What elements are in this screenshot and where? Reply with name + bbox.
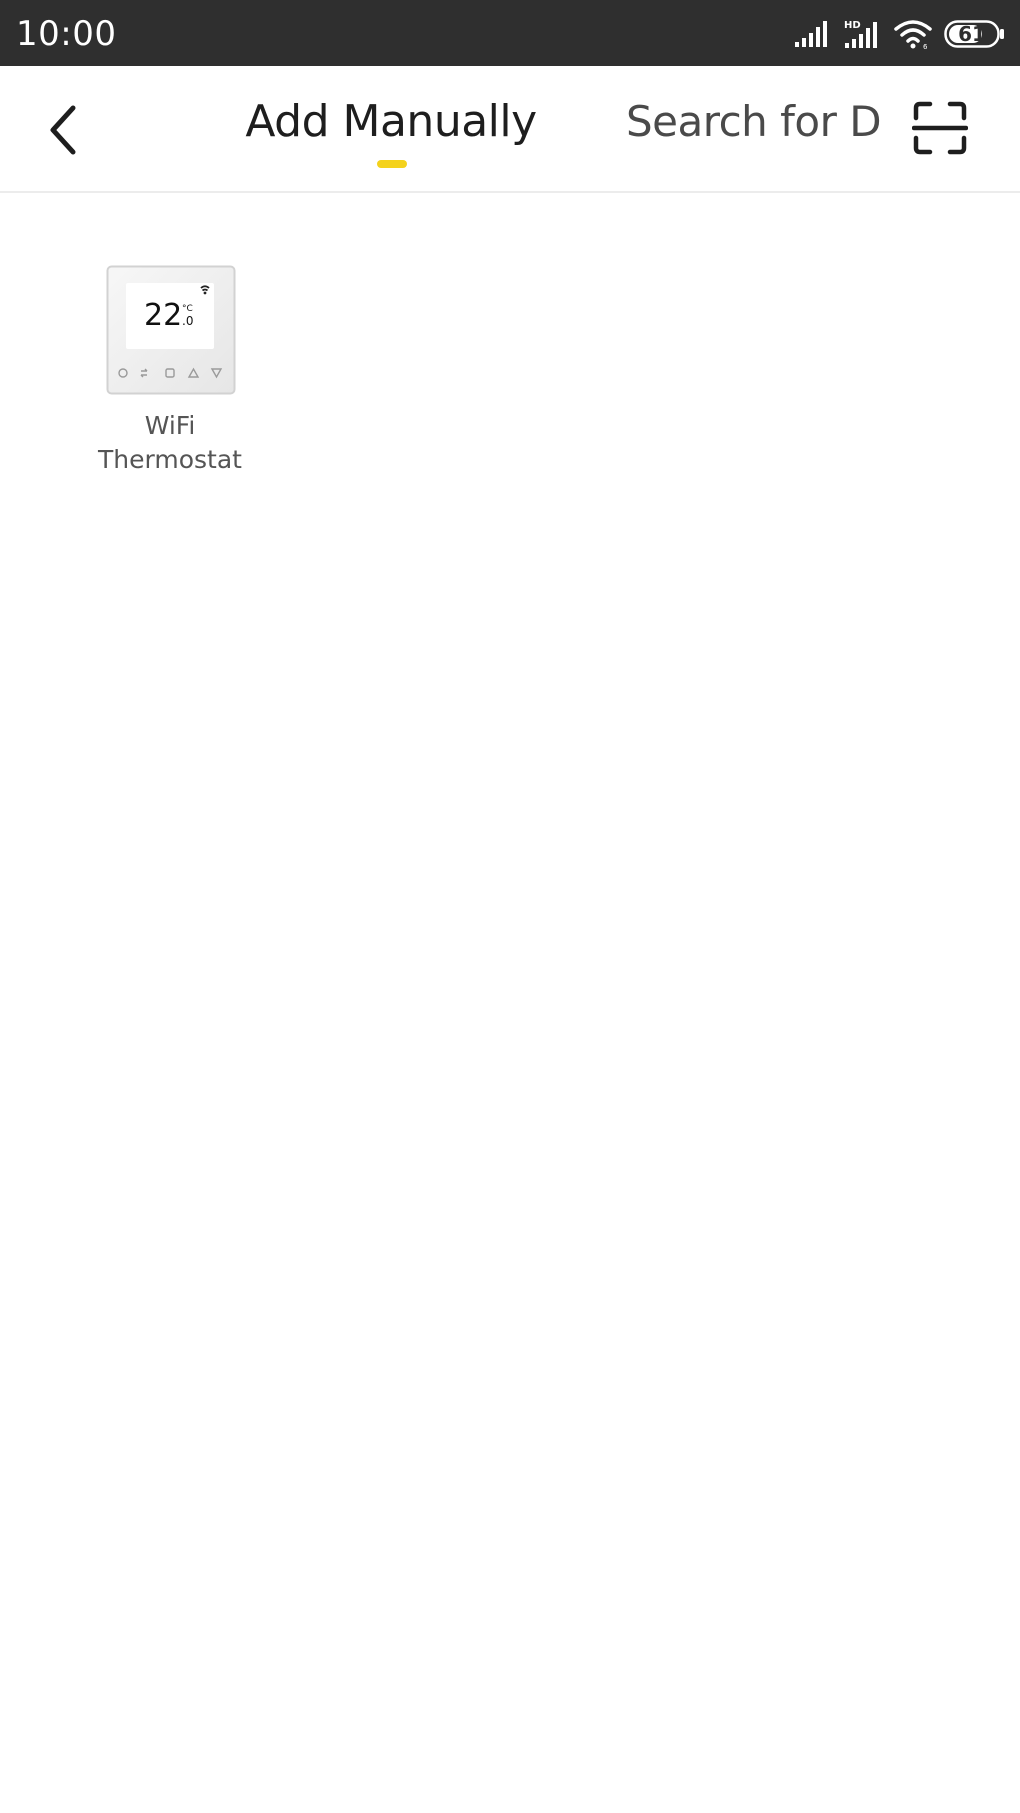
status-icons: HD 6 61	[794, 14, 1006, 54]
scan-button[interactable]	[910, 98, 970, 158]
battery-icon: 61	[944, 20, 1006, 48]
header: Add Manually Search for D	[0, 66, 1020, 193]
tab-search-for-devices[interactable]: Search for D	[626, 96, 884, 156]
tab-add-manually[interactable]: Add Manually	[236, 96, 546, 176]
thermostat-display-decimal: .0	[182, 314, 193, 328]
status-bar: 10:00 HD 6 61	[0, 0, 1020, 66]
status-time: 10:00	[16, 14, 117, 54]
svg-text:HD: HD	[844, 20, 861, 31]
wifi-icon: 6	[894, 20, 932, 49]
battery-level: 61	[958, 22, 986, 46]
tab-add-manually-label: Add Manually	[245, 96, 537, 147]
svg-text:6: 6	[923, 43, 928, 49]
back-button[interactable]	[36, 100, 88, 160]
hd-signal-icon: HD	[844, 20, 877, 48]
scan-frame-icon	[912, 101, 968, 155]
device-item-wifi-thermostat[interactable]: 22 °C .0 WiFi Thermostat	[80, 265, 260, 485]
thermostat-display-unit: °C	[182, 304, 193, 314]
add-device-screen: 10:00 HD 6 61 Add Manually Search for D …	[0, 0, 1020, 1813]
chevron-left-icon	[50, 105, 76, 155]
signal-icon	[795, 21, 827, 47]
tab-search-label: Search for D	[626, 97, 882, 146]
device-grid: 22 °C .0 WiFi Thermostat	[0, 195, 1020, 1813]
active-tab-indicator	[377, 160, 407, 168]
thermostat-display-value: 22	[144, 298, 182, 333]
device-name: WiFi Thermostat	[98, 411, 242, 474]
thermostat-icon: 22 °C .0	[106, 265, 236, 395]
